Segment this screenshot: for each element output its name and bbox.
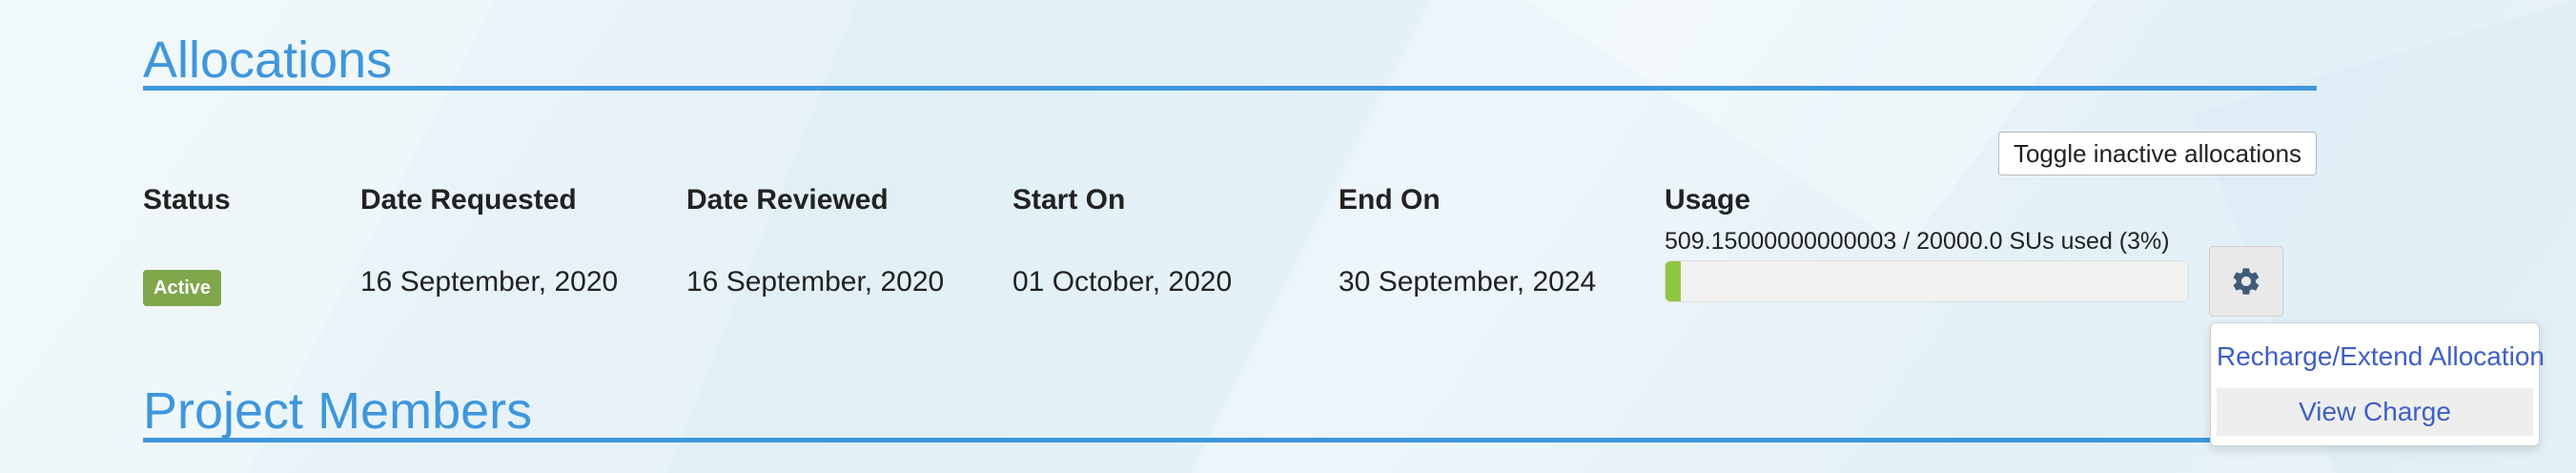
- header-status: Status: [143, 184, 231, 216]
- date-reviewed-cell: 16 September, 2020: [686, 266, 945, 298]
- usage-progress-fill: [1666, 261, 1682, 301]
- header-date-reviewed: Date Reviewed: [686, 184, 889, 216]
- header-end-on: End On: [1339, 184, 1441, 216]
- toggle-inactive-allocations-button[interactable]: Toggle inactive allocations: [1998, 132, 2317, 175]
- end-on-cell: 30 September, 2024: [1339, 266, 1597, 298]
- usage-progress-bar: [1665, 260, 2189, 302]
- start-on-cell: 01 October, 2020: [1012, 266, 1233, 298]
- allocations-title: Allocations: [143, 31, 393, 89]
- header-usage: Usage: [1665, 184, 1751, 216]
- project-members-divider: [143, 438, 2212, 442]
- header-start-on: Start On: [1012, 184, 1126, 216]
- allocation-actions-menu: Recharge/Extend Allocation View Charge: [2210, 322, 2545, 446]
- view-charge-link[interactable]: View Charge: [2217, 388, 2533, 436]
- project-members-title: Project Members: [143, 382, 533, 440]
- header-date-requested: Date Requested: [360, 184, 577, 216]
- gear-icon: [2233, 268, 2259, 295]
- date-requested-cell: 16 September, 2020: [360, 266, 619, 298]
- allocation-actions-button[interactable]: [2209, 246, 2283, 317]
- status-badge: Active: [143, 270, 222, 306]
- allocations-divider: [143, 86, 2317, 91]
- recharge-extend-allocation-link[interactable]: Recharge/Extend Allocation: [2217, 333, 2545, 380]
- usage-text: 509.15000000000003 / 20000.0 SUs used (3…: [1665, 228, 2170, 255]
